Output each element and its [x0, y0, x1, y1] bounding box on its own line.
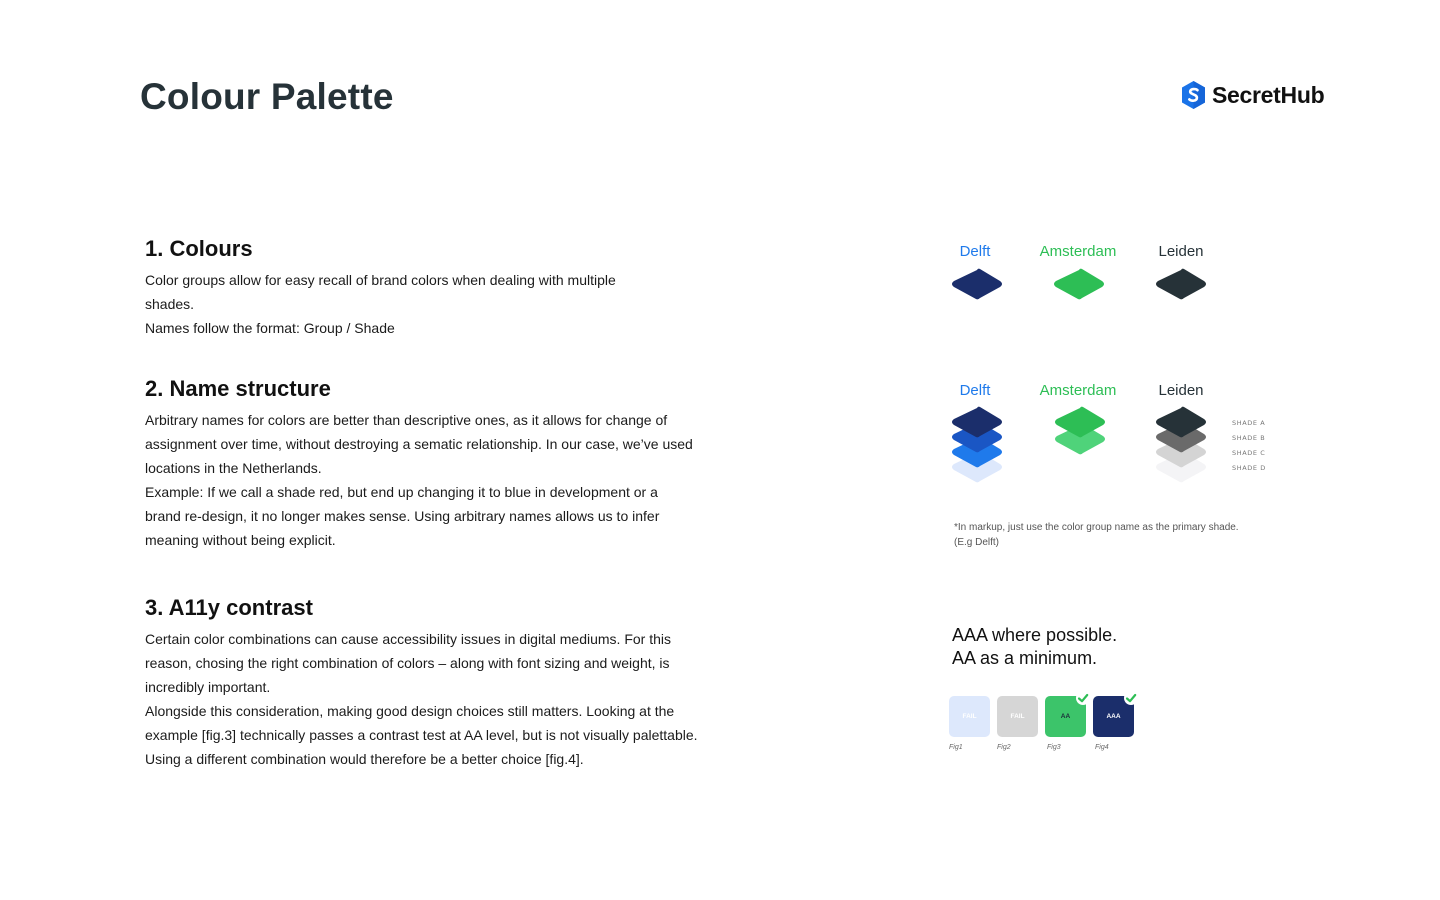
group-label-delft: Delft [959, 243, 991, 260]
swatch-amsterdam [1054, 268, 1104, 300]
group-label-leiden: Leiden [1158, 243, 1204, 260]
fig-caption: Fig3 [1047, 744, 1061, 751]
section-heading: 1. Colours [145, 236, 253, 261]
fig-badge: AA [1060, 713, 1071, 720]
fig-badge: FAIL [1010, 713, 1025, 720]
section-text: Arbitrary names for colors are better th… [145, 412, 693, 476]
swatch-leiden [1156, 268, 1206, 300]
fig-caption: Fig1 [949, 744, 963, 751]
section-text: Color groups allow for easy recall of br… [145, 272, 616, 312]
section-text: Certain color combinations can cause acc… [145, 631, 671, 695]
group-label-amsterdam-shades: Amsterdam [1039, 382, 1117, 399]
contrast-fig-2: FAIL [997, 696, 1038, 737]
contrast-guideline: AAA where possible. AA as a minimum. [952, 624, 1117, 670]
contrast-line2-text: as a minimum. [975, 648, 1098, 668]
fig-caption: Fig2 [997, 744, 1011, 751]
fig-badge: AAA [1106, 713, 1121, 720]
shade-label: SHADE B [1232, 434, 1266, 442]
contrast-fig-1: FAIL [949, 696, 990, 737]
check-icon [1124, 691, 1138, 705]
shade-label: SHADE D [1232, 464, 1266, 472]
brand-name: SecretHub [1212, 81, 1325, 108]
hexagon-s-icon [1182, 81, 1205, 109]
swatch-delft [952, 268, 1002, 300]
section-heading: 3. A11y contrast [145, 595, 313, 620]
page-title: Colour Palette [140, 76, 394, 117]
contrast-line1-text: where possible. [987, 625, 1118, 645]
group-label-amsterdam: Amsterdam [1039, 243, 1117, 260]
group-label-leiden-shades: Leiden [1158, 382, 1204, 399]
section-a11y-contrast: 3. A11y contrast Certain color combinati… [145, 595, 705, 771]
contrast-level-aaa: AAA [952, 625, 988, 645]
section-text: Alongside this consideration, making goo… [145, 703, 698, 767]
shade-stacks [952, 406, 1206, 483]
markup-note: *In markup, just use the color group nam… [954, 522, 1239, 548]
section-text: Names follow the format: Group / Shade [145, 320, 395, 336]
section-colours: 1. Colours Color groups allow for easy r… [145, 236, 705, 340]
check-icon [1076, 691, 1090, 705]
shade-label: SHADE C [1232, 449, 1266, 457]
contrast-level-aa: AA [952, 648, 976, 668]
brand-logo[interactable]: SecretHub [1181, 80, 1325, 110]
fig-caption: Fig4 [1095, 744, 1109, 751]
shade-label: SHADE A [1232, 419, 1266, 427]
group-label-delft-shades: Delft [959, 382, 991, 399]
section-text: Example: If we call a shade red, but end… [145, 484, 660, 548]
fig-badge: FAIL [962, 713, 977, 720]
primary-swatches [952, 268, 1206, 300]
section-name-structure: 2. Name structure Arbitrary names for co… [145, 376, 705, 552]
section-heading: 2. Name structure [145, 376, 331, 401]
